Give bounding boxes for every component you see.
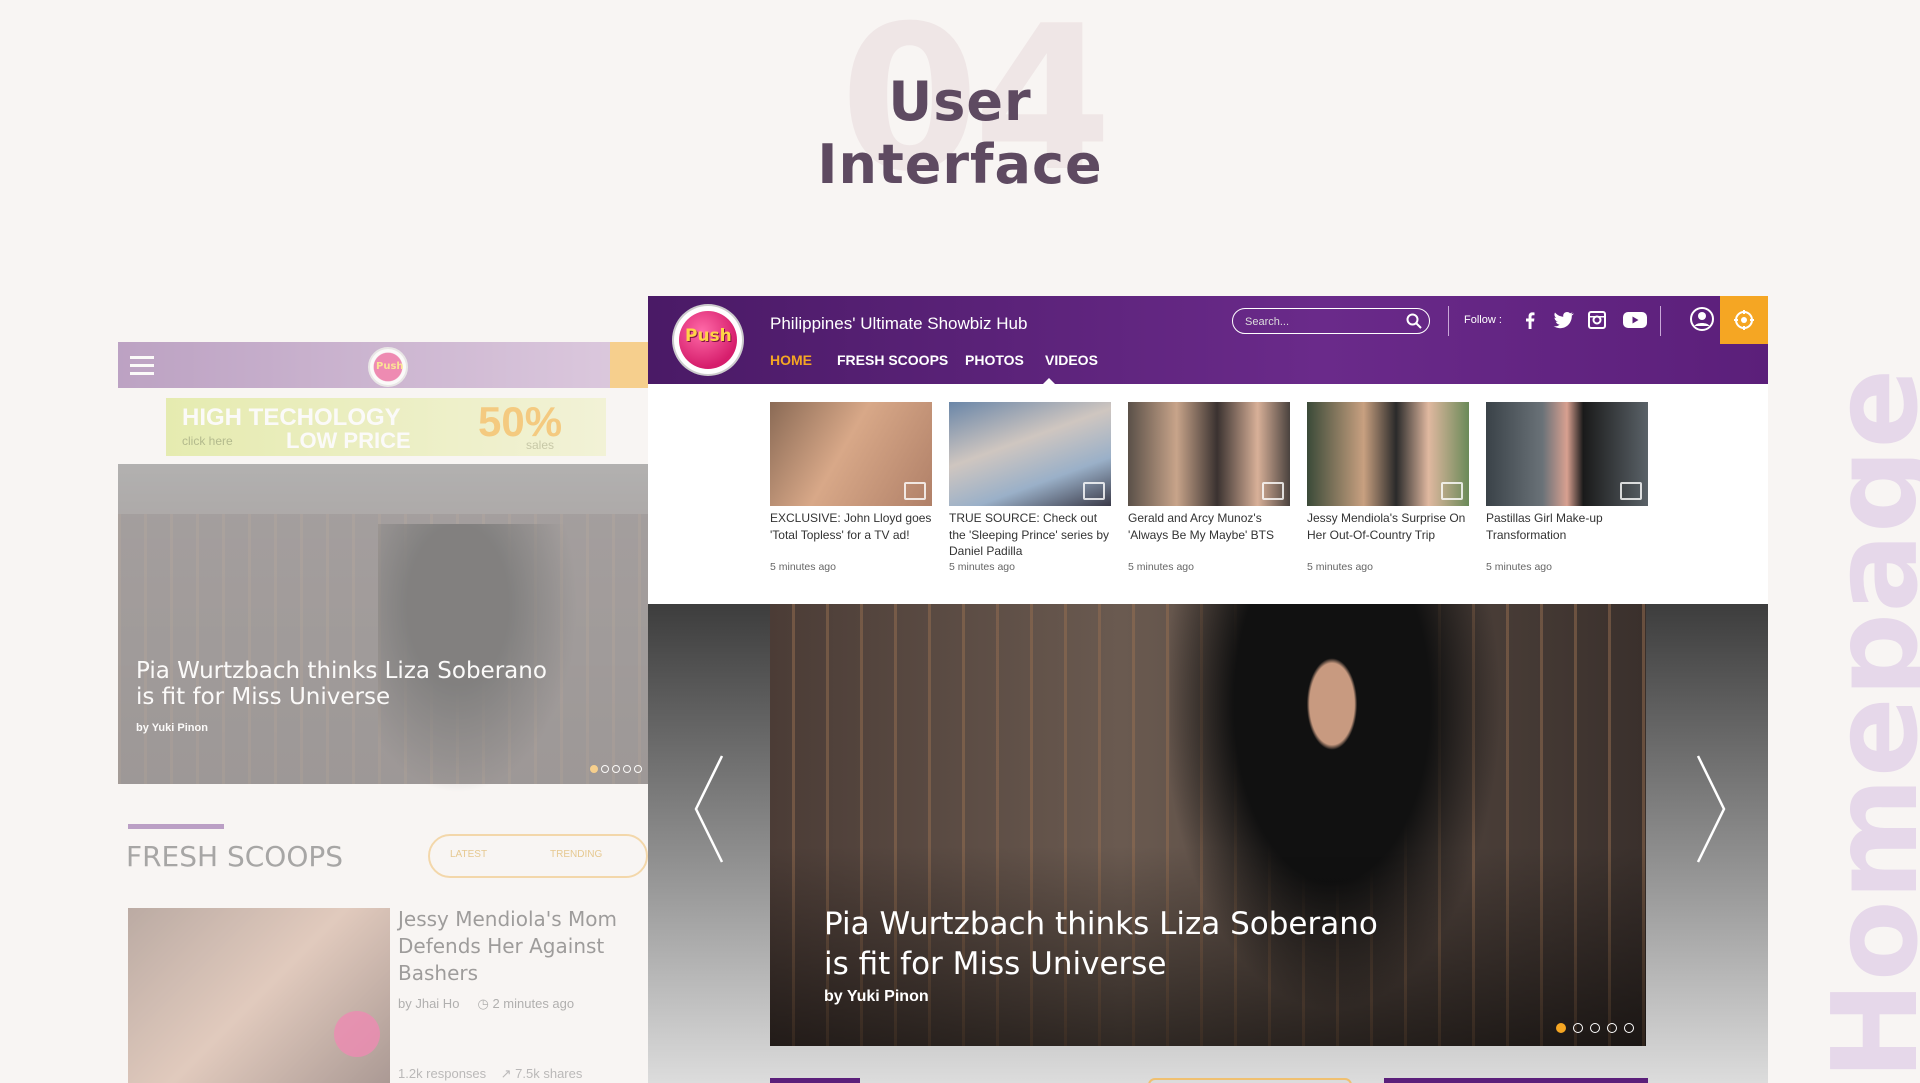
photo-time: 5 minutes ago [770,561,836,573]
settings-icon[interactable] [610,342,648,388]
photo-time: 5 minutes ago [949,561,1015,573]
mobile-hero[interactable]: Pia Wurtzbach thinks Liza Soberano is fi… [118,464,648,794]
nav-fresh-scoops[interactable]: FRESH SCOOPS [837,352,948,368]
mobile-hero-headline[interactable]: Pia Wurtzbach thinks Liza Soberano is fi… [136,658,556,710]
mobile-header: Push [118,342,648,388]
photo-thumbnail[interactable] [949,402,1111,506]
prev-arrow-icon[interactable] [690,754,730,864]
ad-click: click here [182,434,233,448]
photo-thumbnail[interactable] [770,402,932,506]
section-title: FRESH SCOOPS [126,840,344,873]
photo-time: 5 minutes ago [1128,561,1194,573]
mobile-mockup: Push HIGH TECHOLOGY click here LOW PRICE… [118,342,648,1083]
photo-time: 5 minutes ago [1486,561,1552,573]
photo-caption[interactable]: Pastillas Girl Make-up Transformation [1486,510,1648,560]
gallery-icon [1620,482,1642,500]
share-icon: ↗ [500,1066,512,1081]
facebook-icon[interactable] [1518,308,1542,332]
nav-videos[interactable]: VIDEOS [1045,352,1098,368]
photo-caption[interactable]: Gerald and Arcy Munoz's 'Always Be My Ma… [1128,510,1290,560]
divider [1448,306,1449,336]
logo-text: Push [685,326,732,346]
carousel-dot[interactable] [1556,1023,1566,1033]
article-meta: by Jhai Ho ◷ 2 minutes ago [398,996,574,1012]
desktop-mockup: Push Philippines' Ultimate Showbiz Hub F… [648,296,1768,1083]
carousel-dot[interactable] [1590,1023,1600,1033]
user-icon[interactable] [1689,306,1715,332]
tab-latest[interactable]: LATEST [450,849,487,860]
gallery-icon [1262,482,1284,500]
article-title[interactable]: Jessy Mendiola's Mom Defends Her Against… [398,906,638,987]
search-input[interactable] [1243,312,1397,332]
article-time: 2 minutes ago [492,996,575,1011]
hero-byline: by Yuki Pinon [824,988,929,1005]
photo-caption[interactable]: Jessy Mendiola's Surprise On Her Out-Of-… [1307,510,1469,560]
photo-thumbnail[interactable] [1307,402,1469,506]
hero-headline[interactable]: Pia Wurtzbach thinks Liza Soberano is fi… [824,904,1384,984]
photo-thumbnail[interactable] [1128,402,1290,506]
logo[interactable]: Push [674,306,742,374]
nav-home[interactable]: HOME [770,352,812,368]
follow-label: Follow : [1464,314,1502,326]
hero-carousel: Pia Wurtzbach thinks Liza Soberano is fi… [648,604,1768,1083]
shares-count: 7.5k shares [515,1066,583,1081]
section-accent [1384,1078,1648,1083]
ad-line3: LOW PRICE [286,428,411,453]
carousel-dots [1549,1020,1634,1038]
site-header: Push Philippines' Ultimate Showbiz Hub F… [648,296,1768,384]
nav-photos[interactable]: PHOTOS [965,352,1024,368]
carousel-dot[interactable] [1573,1023,1583,1033]
divider [1660,306,1661,336]
settings-button[interactable] [1720,296,1768,344]
photo-card[interactable]: EXCLUSIVE: John Lloyd goes 'Total Toples… [770,402,932,573]
photo-time: 5 minutes ago [1307,561,1373,573]
nav-indicator [1042,378,1056,385]
gallery-icon [904,482,926,500]
sort-tabs: LATEST TRENDING [428,834,648,878]
section-accent [128,824,224,829]
photo-card[interactable]: Jessy Mendiola's Surprise On Her Out-Of-… [1307,402,1469,573]
twitter-icon[interactable] [1551,308,1575,332]
responses-count: 1.2k responses [398,1066,487,1081]
article-author: by Jhai Ho [398,996,460,1011]
carousel-dot[interactable] [1624,1023,1634,1033]
photo-card[interactable]: Pastillas Girl Make-up Transformation 5 … [1486,402,1648,573]
search-icon[interactable] [1405,312,1423,330]
gallery-icon [1083,482,1105,500]
tab-trending[interactable]: TRENDING [550,849,602,860]
article-stats: 1.2k responses ↗ 7.5k shares [398,1066,582,1082]
photo-card[interactable]: Gerald and Arcy Munoz's 'Always Be My Ma… [1128,402,1290,573]
instagram-icon[interactable] [1585,308,1609,332]
article-image[interactable] [128,908,390,1083]
gear-icon [1734,310,1754,330]
logo-text: Push [376,361,404,372]
photo-card[interactable]: TRUE SOURCE: Check out the 'Sleeping Pri… [949,402,1111,573]
clock-icon: ◷ [477,996,489,1011]
next-arrow-icon[interactable] [1690,754,1730,864]
ad-banner[interactable]: HIGH TECHOLOGY click here LOW PRICE 50% … [166,398,606,456]
youtube-icon[interactable] [1621,308,1649,332]
section-accent [770,1078,860,1083]
carousel-dots[interactable] [587,760,642,778]
carousel-dot[interactable] [1607,1023,1617,1033]
page-title: User Interface [817,70,1103,196]
photo-caption[interactable]: TRUE SOURCE: Check out the 'Sleeping Pri… [949,510,1111,560]
logo-watermark [334,1011,380,1057]
side-label: Homepage [1806,368,1920,1080]
photo-thumbnail[interactable] [1486,402,1648,506]
sort-tabs[interactable] [1148,1078,1352,1083]
ad-sales: sales [526,438,555,452]
photo-caption[interactable]: EXCLUSIVE: John Lloyd goes 'Total Toples… [770,510,932,560]
menu-icon[interactable] [130,356,154,375]
search-box [1232,308,1430,334]
logo[interactable]: Push [368,347,408,387]
site-tagline: Philippines' Ultimate Showbiz Hub [770,314,1028,333]
gallery-icon [1441,482,1463,500]
mobile-hero-byline: by Yuki Pinon [136,722,208,734]
hero-slide[interactable]: Pia Wurtzbach thinks Liza Soberano is fi… [770,604,1646,1046]
